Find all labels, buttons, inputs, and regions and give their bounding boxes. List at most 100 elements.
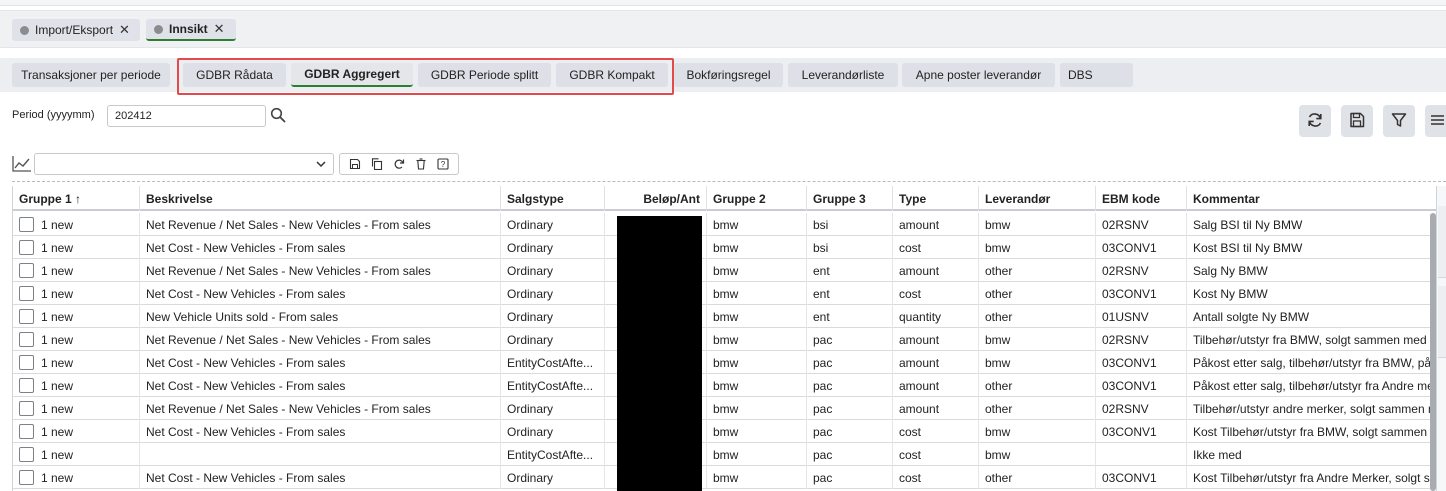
cell-beskrivelse: Net Cost - New Vehicles - From sales	[140, 466, 501, 489]
refresh-button[interactable]	[1299, 105, 1331, 137]
cell-beskrivelse: Net Cost - New Vehicles - From sales	[140, 420, 501, 443]
cell-salgstype: Ordinary	[501, 236, 605, 259]
row-checkbox[interactable]	[19, 332, 34, 347]
side-panel-tab-columns[interactable]	[1438, 206, 1446, 278]
column-header-belop-ant[interactable]: Beløp/Ant	[605, 186, 707, 211]
status-dot-icon	[154, 24, 163, 34]
row-checkbox[interactable]	[19, 309, 34, 324]
save-view-icon[interactable]	[347, 156, 363, 172]
cell-gruppe-1: 1 new	[13, 236, 140, 259]
cell-beskrivelse-text: Net Cost - New Vehicles - From sales	[146, 470, 346, 485]
cell-ebm-kode: 02RSNV	[1096, 259, 1187, 282]
search-icon[interactable]	[270, 107, 288, 125]
row-checkbox[interactable]	[19, 470, 34, 485]
table-row[interactable]: 1 new Net Revenue / Net Sales - New Vehic…	[13, 397, 1436, 420]
table-row[interactable]: 1 new Net Cost - New Vehicles - From sale…	[13, 374, 1436, 397]
close-icon[interactable]: ✕	[214, 21, 225, 37]
period-input[interactable]	[107, 105, 266, 127]
line-chart-icon[interactable]	[12, 155, 32, 173]
table-row[interactable]: 1 new Net Cost - New Vehicles - From sale…	[13, 351, 1436, 374]
saved-view-select[interactable]	[34, 153, 334, 175]
cell-beskrivelse	[140, 443, 501, 466]
table-row[interactable]: 1 new EntityCostAfte... bmw pac cost bmw Ikke …	[13, 443, 1436, 466]
cell-gruppe-1: 1 new	[13, 374, 140, 397]
table-row[interactable]: 1 new New Vehicle Units sold - From sales…	[13, 305, 1436, 328]
doc-tab-import-eksport[interactable]: Import/Eksport ✕	[12, 19, 140, 41]
table-row[interactable]: 1 new Net Cost - New Vehicles - From sale…	[13, 466, 1436, 489]
delete-view-icon[interactable]	[413, 156, 429, 172]
tab-gdbr-radata[interactable]: GDBR Rådata	[183, 63, 286, 87]
cell-beskrivelse: Net Cost - New Vehicles - From sales	[140, 351, 501, 374]
cell-gruppe-2: bmw	[707, 351, 807, 374]
refresh-icon	[1306, 111, 1324, 132]
cell-kommentar: Påkost etter salg, tilbehør/utstyr fra A…	[1187, 374, 1436, 397]
cell-gruppe-2-text: bmw	[713, 332, 739, 347]
save-button[interactable]	[1341, 105, 1373, 137]
cell-type: cost	[893, 466, 979, 489]
cell-beskrivelse: Net Revenue / Net Sales - New Vehicles -…	[140, 213, 501, 236]
row-checkbox[interactable]	[19, 401, 34, 416]
side-panel-tab-filters[interactable]	[1438, 286, 1446, 358]
column-header-ebm-kode[interactable]: EBM kode	[1096, 186, 1187, 211]
filter-button[interactable]	[1383, 105, 1415, 137]
column-header-gruppe-1[interactable]: Gruppe 1 ↑	[13, 186, 140, 211]
cell-kommentar: Kost BSI til Ny BMW	[1187, 236, 1436, 259]
cell-kommentar: Påkost etter salg, tilbehør/utstyr fra B…	[1187, 351, 1436, 374]
table-row[interactable]: 1 new Net Cost - New Vehicles - From sale…	[13, 236, 1436, 259]
tab-gdbr-periode-splitt[interactable]: GDBR Periode splitt	[418, 63, 551, 87]
cell-salgstype-text: EntityCostAfte...	[507, 447, 594, 462]
tab-gdbr-aggregert[interactable]: GDBR Aggregert	[291, 63, 413, 87]
table-row[interactable]: 1 new Net Revenue / Net Sales - New Vehic…	[13, 328, 1436, 351]
row-checkbox[interactable]	[19, 217, 34, 232]
cell-kommentar-text: Påkost etter salg, tilbehør/utstyr fra B…	[1193, 355, 1432, 370]
column-header-leverandor[interactable]: Leverandør	[979, 186, 1096, 211]
cell-leverandor-text: bmw	[985, 355, 1011, 370]
cell-kommentar: Kost Tilbehør/utstyr fra Andre Merker, s…	[1187, 466, 1436, 489]
cell-kommentar-text: Kost Tilbehør/utstyr fra Andre Merker, s…	[1193, 470, 1430, 485]
cell-type: amount	[893, 213, 979, 236]
row-checkbox[interactable]	[19, 263, 34, 278]
tab-apne-poster-leverandor[interactable]: Apne poster leverandør	[902, 63, 1055, 87]
cell-gruppe-1: 1 new	[13, 328, 140, 351]
doc-tab-innsikt[interactable]: Innsikt ✕	[146, 19, 236, 41]
row-checkbox[interactable]	[19, 286, 34, 301]
table-row[interactable]: 1 new Net Revenue / Net Sales - New Vehic…	[13, 213, 1436, 236]
cell-gruppe-3: bsi	[807, 236, 893, 259]
cell-kommentar-text: Kost Tilbehør/utstyr fra BMW, solgt samm…	[1193, 424, 1428, 439]
cell-type-text: amount	[899, 332, 940, 347]
cell-gruppe-3-text: pac	[813, 447, 833, 462]
row-checkbox[interactable]	[19, 240, 34, 255]
help-icon[interactable]: ?	[435, 156, 451, 172]
table-row[interactable]: 1 new Net Cost - New Vehicles - From sale…	[13, 420, 1436, 443]
menu-button[interactable]	[1425, 105, 1446, 137]
cell-ebm-kode: 03CONV1	[1096, 374, 1187, 397]
close-icon[interactable]: ✕	[119, 22, 130, 38]
column-header-gruppe-2[interactable]: Gruppe 2	[707, 186, 807, 211]
tab-bokforingsregel[interactable]: Bokføringsregel	[674, 63, 783, 87]
cell-ebm-kode-text: 03CONV1	[1102, 424, 1157, 439]
column-header-kommentar[interactable]: Kommentar	[1187, 186, 1436, 211]
cell-ebm-kode: 03CONV1	[1096, 466, 1187, 489]
cell-leverandor-text: bmw	[985, 447, 1011, 462]
cell-kommentar-text: Salg BSI til Ny BMW	[1193, 217, 1303, 232]
row-checkbox[interactable]	[19, 447, 34, 462]
cell-beskrivelse-text: Net Cost - New Vehicles - From sales	[146, 240, 346, 255]
table-row[interactable]: 1 new Net Revenue / Net Sales - New Vehic…	[13, 259, 1436, 282]
table-row[interactable]: 1 new Net Cost - New Vehicles - From sale…	[13, 282, 1436, 305]
column-header-salgstype[interactable]: Salgstype	[501, 186, 605, 211]
view-tab-bar: Transaksjoner per periode GDBR Rådata GD…	[0, 58, 1446, 92]
cell-gruppe-2-text: bmw	[713, 309, 739, 324]
tab-dbs[interactable]: DBS	[1060, 63, 1133, 87]
cell-gruppe-1-text: 1 new	[41, 470, 74, 485]
copy-view-icon[interactable]	[369, 156, 385, 172]
column-header-gruppe-3[interactable]: Gruppe 3	[807, 186, 893, 211]
row-checkbox[interactable]	[19, 355, 34, 370]
row-checkbox[interactable]	[19, 424, 34, 439]
tab-transaksjoner-per-periode[interactable]: Transaksjoner per periode	[12, 63, 170, 87]
row-checkbox[interactable]	[19, 378, 34, 393]
tab-gdbr-kompakt[interactable]: GDBR Kompakt	[556, 63, 668, 87]
tab-leverandorliste[interactable]: Leverandørliste	[788, 63, 898, 87]
refresh-view-icon[interactable]	[391, 156, 407, 172]
column-header-beskrivelse[interactable]: Beskrivelse	[140, 186, 501, 211]
column-header-type[interactable]: Type	[893, 186, 979, 211]
